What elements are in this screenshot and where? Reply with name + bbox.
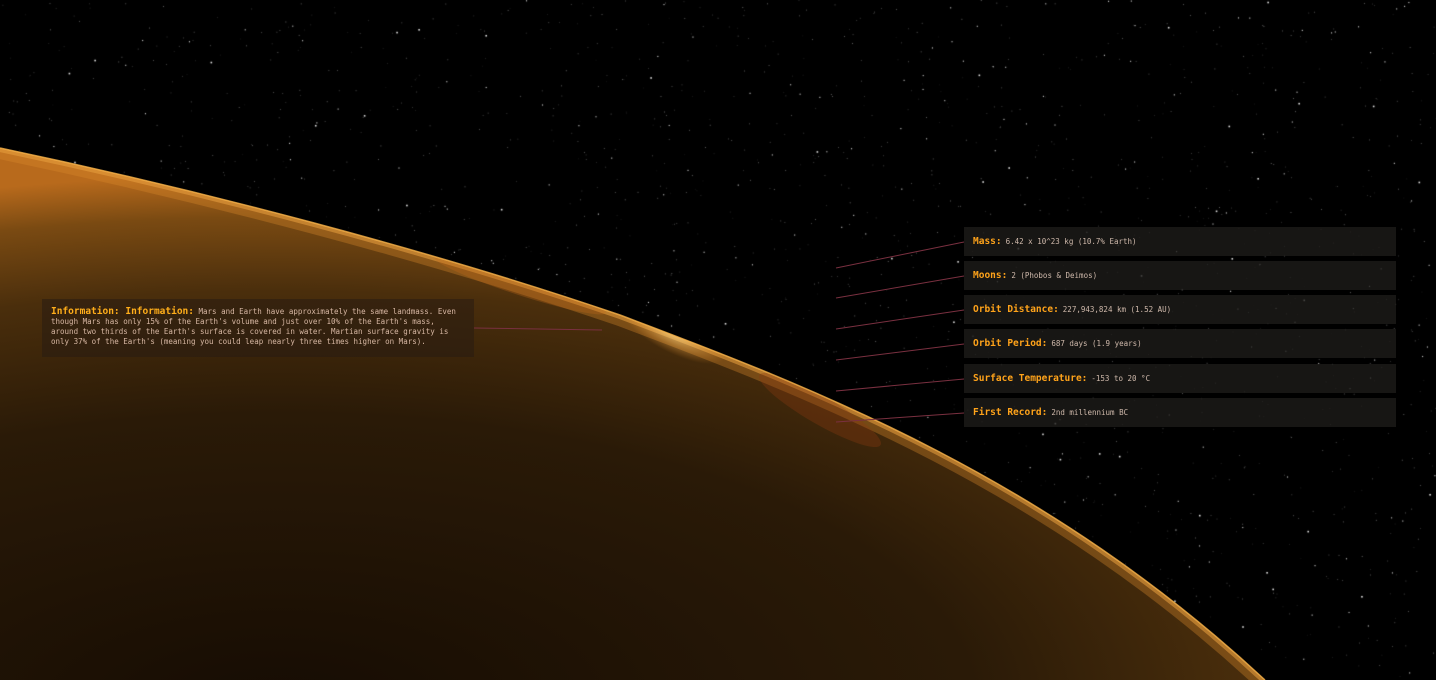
stat-label-surface-temperature: Surface Temperature: (973, 373, 1088, 384)
stat-value-orbit-distance: 227,943,824 km (1.52 AU) (1062, 305, 1172, 314)
stat-label-mass: Mass: (973, 236, 1002, 247)
stat-row-moons: Moons: 2 (Phobos & Deimos) (964, 261, 1396, 290)
stat-value-first-record: 2nd millennium BC (1051, 408, 1129, 417)
stat-row-surface-temperature: Surface Temperature: -153 to 20 °C (964, 364, 1396, 393)
stat-value-mass: 6.42 x 10^23 kg (10.7% Earth) (1005, 237, 1137, 246)
stat-row-orbit-distance: Orbit Distance: 227,943,824 km (1.52 AU) (964, 295, 1396, 324)
space-scene[interactable]: Information: Information: Mars and Earth… (0, 0, 1436, 680)
stat-label-orbit-period: Orbit Period: (973, 338, 1048, 349)
stat-row-first-record: First Record: 2nd millennium BC (964, 398, 1396, 427)
stat-row-orbit-period: Orbit Period: 687 days (1.9 years) (964, 329, 1396, 358)
stat-value-surface-temperature: -153 to 20 °C (1091, 374, 1151, 383)
stat-value-moons: 2 (Phobos & Deimos) (1011, 271, 1098, 280)
information-title: Information: Information: (51, 306, 194, 317)
stat-label-moons: Moons: (973, 270, 1008, 281)
stat-value-orbit-period: 687 days (1.9 years) (1051, 339, 1142, 348)
stat-label-first-record: First Record: (973, 407, 1048, 418)
stat-row-mass: Mass: 6.42 x 10^23 kg (10.7% Earth) (964, 227, 1396, 256)
stat-label-orbit-distance: Orbit Distance: (973, 304, 1059, 315)
information-panel: Information: Information: Mars and Earth… (42, 299, 474, 357)
